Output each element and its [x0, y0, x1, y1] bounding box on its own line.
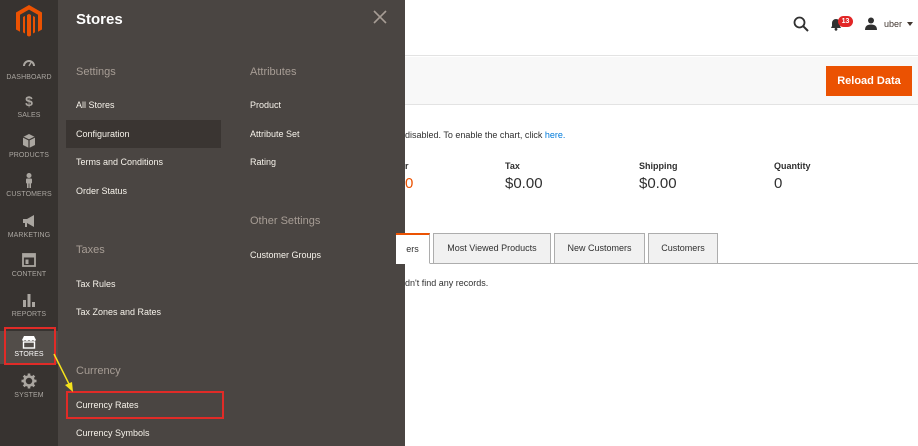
- tab-new-customers[interactable]: New Customers: [554, 233, 645, 264]
- currency-rates-highlight-box: [66, 391, 224, 419]
- stat-value-revenue: 0: [405, 175, 414, 192]
- notification-count-badge[interactable]: 13: [838, 16, 853, 27]
- nav-label: CUSTOMERS: [6, 191, 52, 198]
- nav-reports[interactable]: REPORTS: [0, 292, 58, 332]
- nav-label: DASHBOARD: [6, 74, 52, 81]
- menu-tax-zones-and-rates[interactable]: Tax Zones and Rates: [76, 307, 161, 317]
- menu-customer-groups[interactable]: Customer Groups: [250, 250, 321, 260]
- layout-icon: [22, 253, 36, 267]
- nav-sales[interactable]: $ SALES: [0, 93, 58, 133]
- close-icon[interactable]: [373, 10, 387, 24]
- chevron-down-icon[interactable]: [907, 22, 913, 26]
- reload-data-button[interactable]: Reload Data: [826, 66, 912, 96]
- nav-label: SALES: [17, 112, 41, 119]
- taxes-group-title: Taxes: [76, 244, 105, 256]
- tab-customers[interactable]: Customers: [648, 233, 718, 264]
- stores-highlight-box: [4, 327, 56, 365]
- nav-products[interactable]: PRODUCTS: [0, 133, 58, 173]
- dashboard-icon: [23, 60, 35, 67]
- enable-chart-link[interactable]: here.: [545, 130, 566, 140]
- stat-label-tax: Tax: [505, 161, 520, 171]
- svg-text:$: $: [25, 93, 33, 109]
- stat-label-revenue: r: [405, 161, 409, 171]
- stat-value-tax: $0.00: [505, 175, 543, 192]
- person-icon: [26, 173, 32, 188]
- user-name[interactable]: uber: [884, 19, 902, 29]
- menu-tax-rules[interactable]: Tax Rules: [76, 279, 116, 289]
- nav-label: MARKETING: [7, 232, 51, 239]
- no-records-message: dn't find any records.: [405, 278, 489, 288]
- stat-label-quantity: Quantity: [774, 161, 811, 171]
- search-icon[interactable]: [793, 16, 809, 32]
- attributes-group-title: Attributes: [250, 66, 297, 78]
- bar-chart-icon: [23, 294, 35, 307]
- nav-label: REPORTS: [11, 311, 47, 318]
- panel-title: Stores: [76, 11, 123, 28]
- nav-content[interactable]: CONTENT: [0, 252, 58, 292]
- menu-product[interactable]: Product: [250, 100, 281, 110]
- menu-order-status[interactable]: Order Status: [76, 186, 127, 196]
- nav-customers[interactable]: CUSTOMERS: [0, 172, 58, 212]
- menu-rating[interactable]: Rating: [250, 157, 276, 167]
- tab-customers-partial[interactable]: ers: [396, 233, 430, 264]
- nav-label: CONTENT: [11, 271, 47, 278]
- stores-menu-panel: Stores Settings All Stores Configuration…: [58, 0, 405, 446]
- stat-value-shipping: $0.00: [639, 175, 677, 192]
- chart-disabled-note: disabled. To enable the chart, click her…: [405, 130, 565, 140]
- dollar-icon: $: [25, 93, 33, 109]
- nav-label: PRODUCTS: [8, 152, 50, 159]
- menu-currency-symbols[interactable]: Currency Symbols: [76, 428, 150, 438]
- tab-most-viewed-products[interactable]: Most Viewed Products: [433, 233, 551, 264]
- nav-marketing[interactable]: MARKETING: [0, 213, 58, 253]
- menu-configuration[interactable]: Configuration: [66, 120, 221, 148]
- nav-dashboard[interactable]: DASHBOARD: [0, 55, 58, 95]
- chart-note-text: disabled. To enable the chart, click: [405, 130, 545, 140]
- menu-attribute-set[interactable]: Attribute Set: [250, 129, 300, 139]
- menu-terms-and-conditions[interactable]: Terms and Conditions: [76, 157, 163, 167]
- magento-logo[interactable]: [14, 4, 44, 38]
- pointer-arrow-icon: [53, 353, 73, 392]
- currency-group-title: Currency: [76, 365, 121, 377]
- settings-group-title: Settings: [76, 66, 116, 78]
- other-settings-group-title: Other Settings: [250, 215, 321, 227]
- stat-label-shipping: Shipping: [639, 161, 678, 171]
- stat-value-quantity: 0: [774, 175, 783, 192]
- menu-all-stores[interactable]: All Stores: [76, 100, 115, 110]
- megaphone-icon: [23, 215, 34, 227]
- gear-icon: [21, 373, 37, 389]
- user-icon: [865, 17, 877, 30]
- cube-icon: [22, 134, 36, 148]
